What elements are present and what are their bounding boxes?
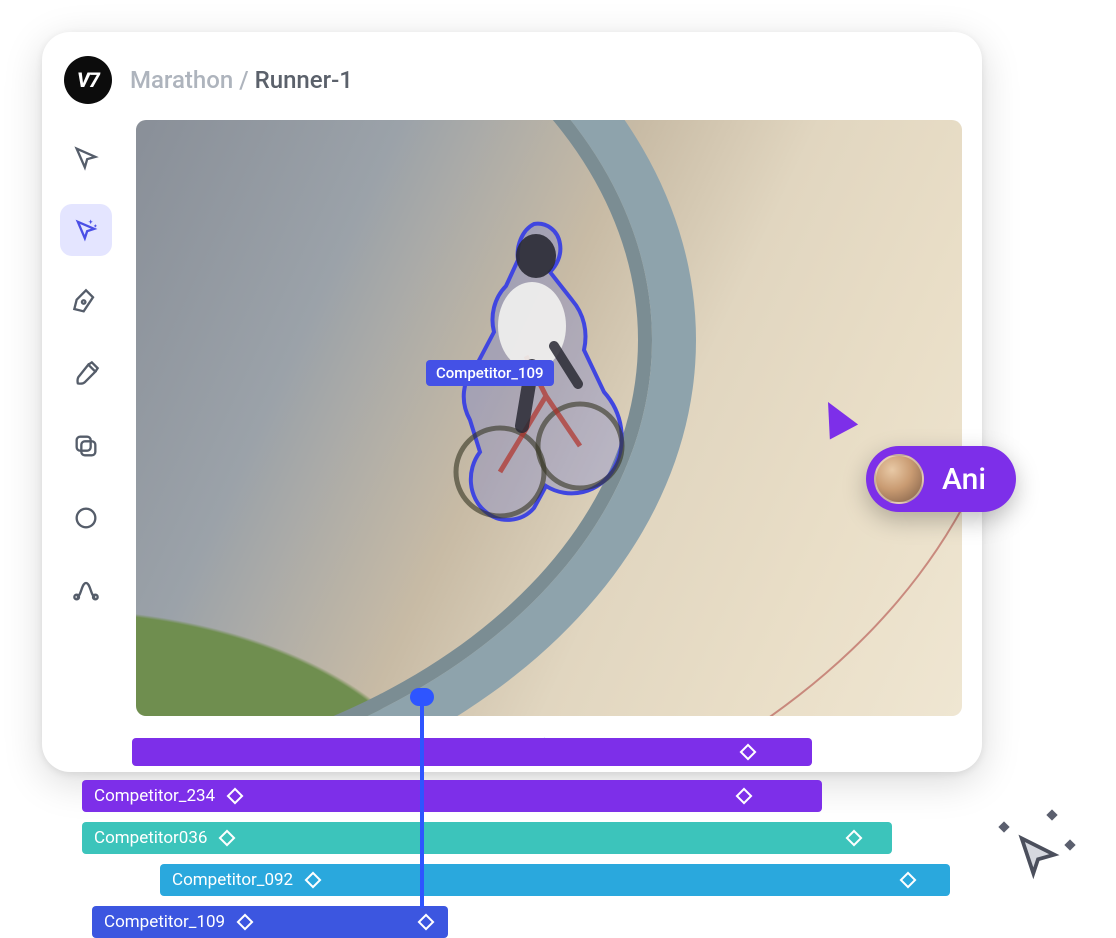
- path-icon: [72, 576, 100, 604]
- track-label: Competitor_109: [104, 912, 225, 932]
- breadcrumb-parent[interactable]: Marathon: [130, 66, 233, 94]
- cursor-icon: [1010, 829, 1066, 885]
- path-tool[interactable]: [60, 564, 112, 616]
- breadcrumb-separator: /: [239, 66, 248, 94]
- track-row[interactable]: Competitor_092: [160, 864, 950, 896]
- brush-tool[interactable]: [60, 348, 112, 400]
- keyframe-icon[interactable]: [227, 788, 244, 805]
- track-row[interactable]: Competitor_109: [92, 906, 448, 938]
- ellipse-tool[interactable]: [60, 492, 112, 544]
- track-row[interactable]: Competitor036: [82, 822, 892, 854]
- sparkle-pointer-icon: [72, 216, 100, 244]
- body: Competitor_109: [42, 120, 982, 772]
- logo: V7: [64, 56, 112, 104]
- ellipse-icon: [72, 504, 100, 532]
- copy-tool[interactable]: [60, 420, 112, 472]
- keyframe-icon[interactable]: [846, 830, 863, 847]
- track-label: Competitor_092: [172, 870, 293, 890]
- breadcrumb[interactable]: Marathon / Runner-1: [130, 66, 353, 94]
- breadcrumb-current[interactable]: Runner-1: [255, 66, 353, 94]
- toolbar: [42, 120, 130, 772]
- pointer-icon: [72, 144, 100, 172]
- pen-tool[interactable]: [60, 276, 112, 328]
- keyframe-icon[interactable]: [237, 914, 254, 931]
- keyframe-icon[interactable]: [736, 788, 753, 805]
- collaborator-name: Ani: [942, 462, 986, 497]
- track-row[interactable]: Competitor_234: [82, 780, 822, 812]
- copy-icon: [72, 432, 100, 460]
- annotation-label[interactable]: Competitor_109: [426, 360, 554, 386]
- avatar: [874, 454, 924, 504]
- logo-text: V7: [77, 68, 99, 92]
- sparkle-cursor-decoration: [1010, 829, 1066, 885]
- keyframe-icon[interactable]: [418, 914, 435, 931]
- keyframe-icon[interactable]: [305, 872, 322, 889]
- pointer-tool[interactable]: [60, 132, 112, 184]
- timeline-scrubber-segment[interactable]: [132, 738, 812, 766]
- brush-icon: [72, 360, 100, 388]
- track-label: Competitor_234: [94, 786, 215, 806]
- collaborator-pill[interactable]: Ani: [866, 446, 1016, 512]
- viewport-column: Competitor_109: [130, 120, 982, 772]
- annotation-label-text: Competitor_109: [436, 364, 544, 382]
- track-label: Competitor036: [94, 828, 207, 848]
- pen-icon: [72, 288, 100, 316]
- keyframe-icon[interactable]: [219, 830, 236, 847]
- auto-annotate-tool[interactable]: [60, 204, 112, 256]
- header: V7 Marathon / Runner-1: [42, 32, 982, 120]
- keyframe-icon[interactable]: [740, 744, 757, 761]
- keyframe-icon[interactable]: [900, 872, 917, 889]
